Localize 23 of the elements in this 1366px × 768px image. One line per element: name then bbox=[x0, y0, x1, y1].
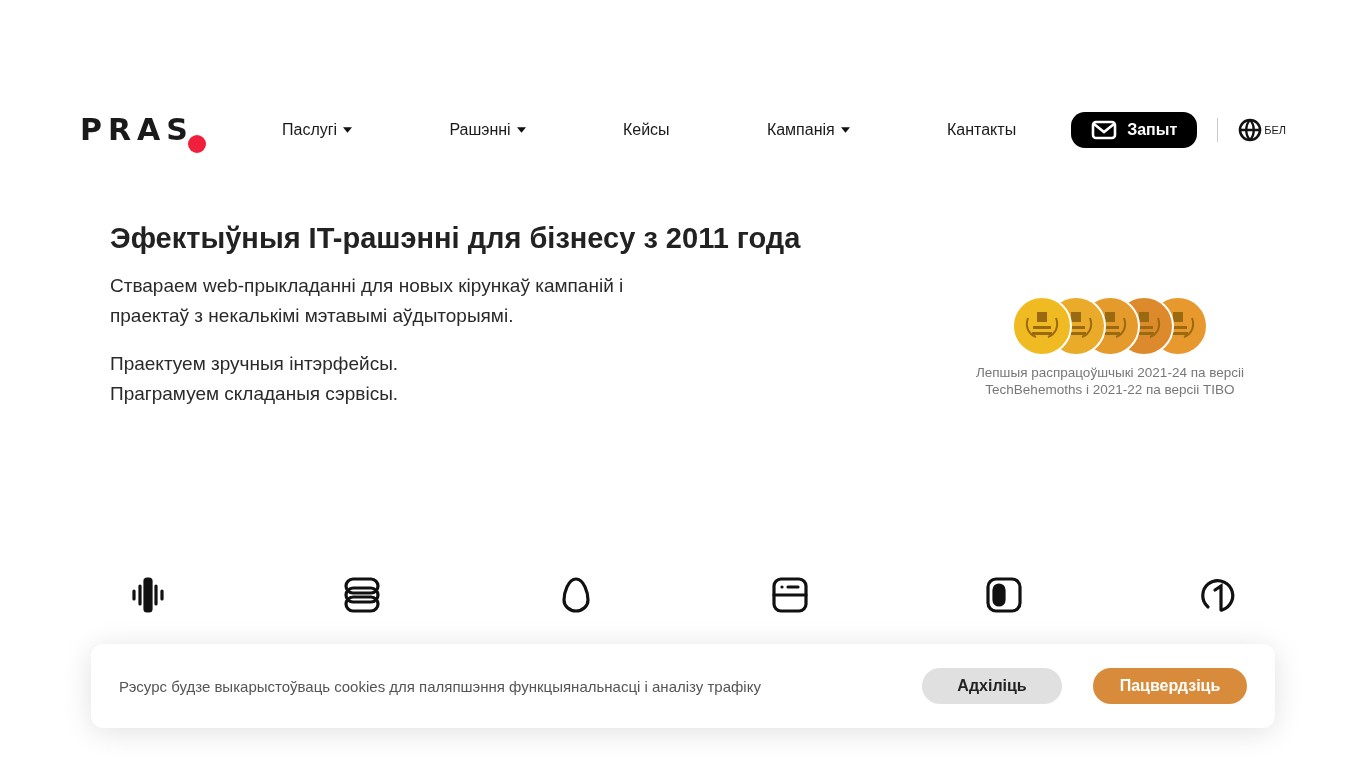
caret-icon bbox=[516, 127, 526, 133]
globe-icon bbox=[1238, 118, 1263, 142]
nav-link[interactable]: Кампанія bbox=[766, 121, 850, 139]
toggle-icon bbox=[984, 575, 1024, 615]
nav-link[interactable]: Рашэнні bbox=[449, 121, 526, 139]
stack-icon bbox=[342, 575, 382, 615]
mail-icon bbox=[1091, 120, 1118, 140]
hero-paragraph: Праектуем зручныя інтэрфейсы. Праграмуем складаныя сэрвісы. bbox=[110, 352, 400, 406]
awards-caption: Лепшыя распрацоўшчыкі 2021-24 па версіі TechBehemoths і 2021-22 па версіі TIBO bbox=[975, 364, 1244, 398]
hero-paragraph: Ствараем web-прыкладанні для новых кірункаў кампаній і праектаў з некалькімі мэтавымі аўдыторыямі. bbox=[110, 274, 625, 328]
window-icon bbox=[770, 575, 810, 615]
cookie-text: Рэсурс будзе выкарыстоўваць cookies для паляпшэння функцыянальнасці і аналізу трафіку bbox=[119, 677, 762, 695]
logo[interactable]: PRAS bbox=[80, 115, 194, 145]
logo-dot-icon bbox=[187, 135, 206, 153]
nav-link[interactable]: Кантакты bbox=[947, 121, 1017, 139]
decline-button[interactable]: Адхіліць bbox=[922, 668, 1062, 704]
hero-title: Эфектыўныя IT-рашэнні для бізнесу з 2011 года bbox=[110, 222, 801, 255]
language-link[interactable]: БЕЛ bbox=[1238, 118, 1286, 142]
caret-icon bbox=[840, 127, 850, 133]
caret-icon bbox=[343, 127, 353, 133]
request-button[interactable]: Запыт bbox=[1071, 112, 1198, 148]
nav-link[interactable]: Кейсы bbox=[622, 121, 670, 139]
nav-link[interactable]: Паслугі bbox=[282, 121, 353, 139]
